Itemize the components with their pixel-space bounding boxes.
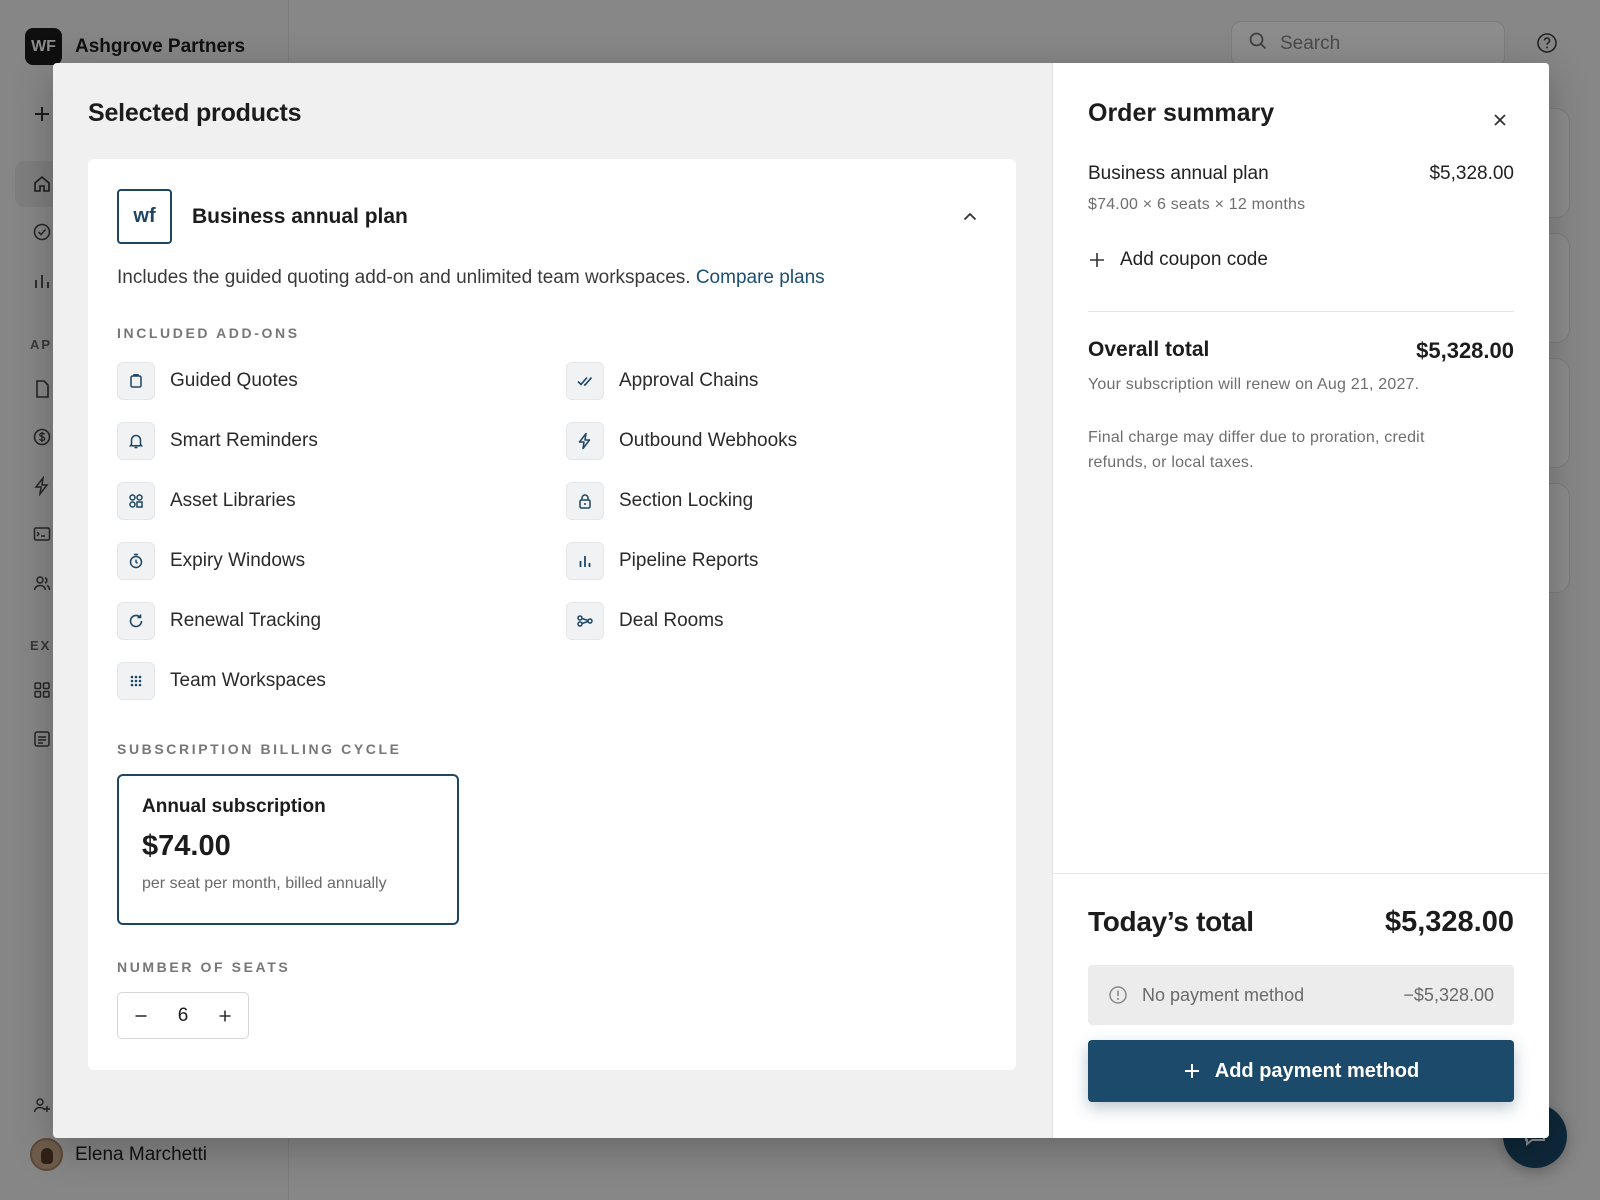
bar-chart-icon xyxy=(566,542,604,580)
addon-item: Team Workspaces xyxy=(117,662,566,700)
included-addons-label: INCLUDED ADD-ONS xyxy=(117,325,300,341)
order-summary-panel: Order summary Business annual plan $5,32… xyxy=(1052,63,1549,1138)
footer-divider xyxy=(1053,873,1549,874)
product-card: wf Business annual plan Includes the gui… xyxy=(88,159,1016,1070)
overall-total-amount: $5,328.00 xyxy=(1416,338,1514,363)
plus-icon xyxy=(1184,1064,1199,1078)
add-coupon-button[interactable]: Add coupon code xyxy=(1088,249,1268,271)
line-item-amount: $5,328.00 xyxy=(1429,163,1514,184)
add-payment-method-label: Add payment method xyxy=(1214,1059,1420,1082)
selected-products-title: Selected products xyxy=(88,99,302,127)
addon-item: Deal Rooms xyxy=(566,602,966,640)
addon-label: Section Locking xyxy=(619,490,754,511)
addon-item: Pipeline Reports xyxy=(566,542,966,580)
billing-option-note: per seat per month, billed annually xyxy=(142,875,387,892)
chevron-up-icon xyxy=(963,212,977,220)
selected-products-panel: Selected products wf Business annual pla… xyxy=(53,63,1052,1138)
timer-icon xyxy=(117,542,155,580)
increase-seats-button[interactable] xyxy=(214,1005,236,1027)
payment-method-status: No payment method −$5,328.00 xyxy=(1088,965,1514,1025)
addon-label: Smart Reminders xyxy=(170,430,318,451)
plus-icon xyxy=(219,1010,231,1021)
todays-total-row: Today’s total $5,328.00 xyxy=(1088,906,1514,939)
product-name: Business annual plan xyxy=(192,204,408,228)
add-payment-method-button[interactable]: Add payment method xyxy=(1088,1040,1514,1102)
addon-label: Deal Rooms xyxy=(619,610,724,631)
lock-icon xyxy=(566,482,604,520)
addon-item: Guided Quotes xyxy=(117,362,566,400)
clipboard-icon xyxy=(117,362,155,400)
addon-label: Expiry Windows xyxy=(170,550,306,571)
addon-item: Approval Chains xyxy=(566,362,966,400)
product-description: Includes the guided quoting add-on and u… xyxy=(117,267,825,289)
seats-value[interactable]: 6 xyxy=(178,1005,189,1027)
addon-label: Guided Quotes xyxy=(170,370,298,391)
line-item-detail: $74.00 × 6 seats × 12 months xyxy=(1088,196,1306,213)
shapes-icon xyxy=(117,482,155,520)
summary-line-item: Business annual plan $5,328.00 xyxy=(1088,163,1514,185)
addon-item: Outbound Webhooks xyxy=(566,422,966,460)
order-summary-title: Order summary xyxy=(1088,99,1275,127)
overall-total-label: Overall total xyxy=(1088,338,1210,361)
share-nodes-icon xyxy=(566,602,604,640)
overall-total-row: Overall total $5,328.00 xyxy=(1088,338,1514,364)
grid-dots-icon xyxy=(117,662,155,700)
no-payment-amount: −$5,328.00 xyxy=(1403,984,1494,1005)
addon-item: Section Locking xyxy=(566,482,966,520)
charge-disclaimer: Final charge may differ due to proration… xyxy=(1088,429,1425,471)
compare-plans-link[interactable]: Compare plans xyxy=(696,267,825,288)
addon-label: Outbound Webhooks xyxy=(619,430,798,451)
billing-option-annual[interactable]: Annual subscription $74.00 per seat per … xyxy=(117,774,459,925)
minus-icon xyxy=(135,1014,147,1017)
seats-stepper: 6 xyxy=(117,992,249,1039)
add-coupon-label: Add coupon code xyxy=(1120,249,1268,270)
refresh-icon xyxy=(117,602,155,640)
summary-divider xyxy=(1088,311,1514,312)
product-description-text: Includes the guided quoting add-on and u… xyxy=(117,267,691,288)
addons-list: Guided Quotes Approval Chains Smart Remi… xyxy=(117,362,997,700)
plus-icon xyxy=(1090,253,1104,267)
lightning-icon xyxy=(566,422,604,460)
renewal-note: Your subscription will renew on Aug 21, … xyxy=(1088,376,1420,393)
addon-label: Asset Libraries xyxy=(170,490,296,511)
addon-item: Renewal Tracking xyxy=(117,602,566,640)
close-modal-button[interactable] xyxy=(1485,105,1515,135)
collapse-product-button[interactable] xyxy=(954,201,986,233)
addon-item: Smart Reminders xyxy=(117,422,566,460)
no-payment-label: No payment method xyxy=(1142,984,1305,1005)
bell-icon xyxy=(117,422,155,460)
info-icon xyxy=(1108,985,1128,1005)
addon-label: Renewal Tracking xyxy=(170,610,322,631)
addon-label: Team Workspaces xyxy=(170,670,326,691)
todays-total-amount: $5,328.00 xyxy=(1384,906,1514,938)
billing-cycle-label: SUBSCRIPTION BILLING CYCLE xyxy=(117,741,402,757)
addon-item: Expiry Windows xyxy=(117,542,566,580)
seats-label: NUMBER OF SEATS xyxy=(117,959,291,975)
close-icon xyxy=(1494,114,1506,126)
product-logo: wf xyxy=(117,189,172,244)
addon-label: Approval Chains xyxy=(619,370,759,391)
product-header: wf Business annual plan xyxy=(117,189,986,244)
line-item-name: Business annual plan xyxy=(1088,163,1269,184)
billing-option-title: Annual subscription xyxy=(142,796,326,817)
double-check-icon xyxy=(566,362,604,400)
decrease-seats-button[interactable] xyxy=(130,1005,152,1027)
billing-option-price: $74.00 xyxy=(142,830,231,862)
todays-total-label: Today’s total xyxy=(1088,906,1254,937)
addon-item: Asset Libraries xyxy=(117,482,566,520)
checkout-modal: Selected products wf Business annual pla… xyxy=(53,63,1549,1138)
addon-label: Pipeline Reports xyxy=(619,550,759,571)
